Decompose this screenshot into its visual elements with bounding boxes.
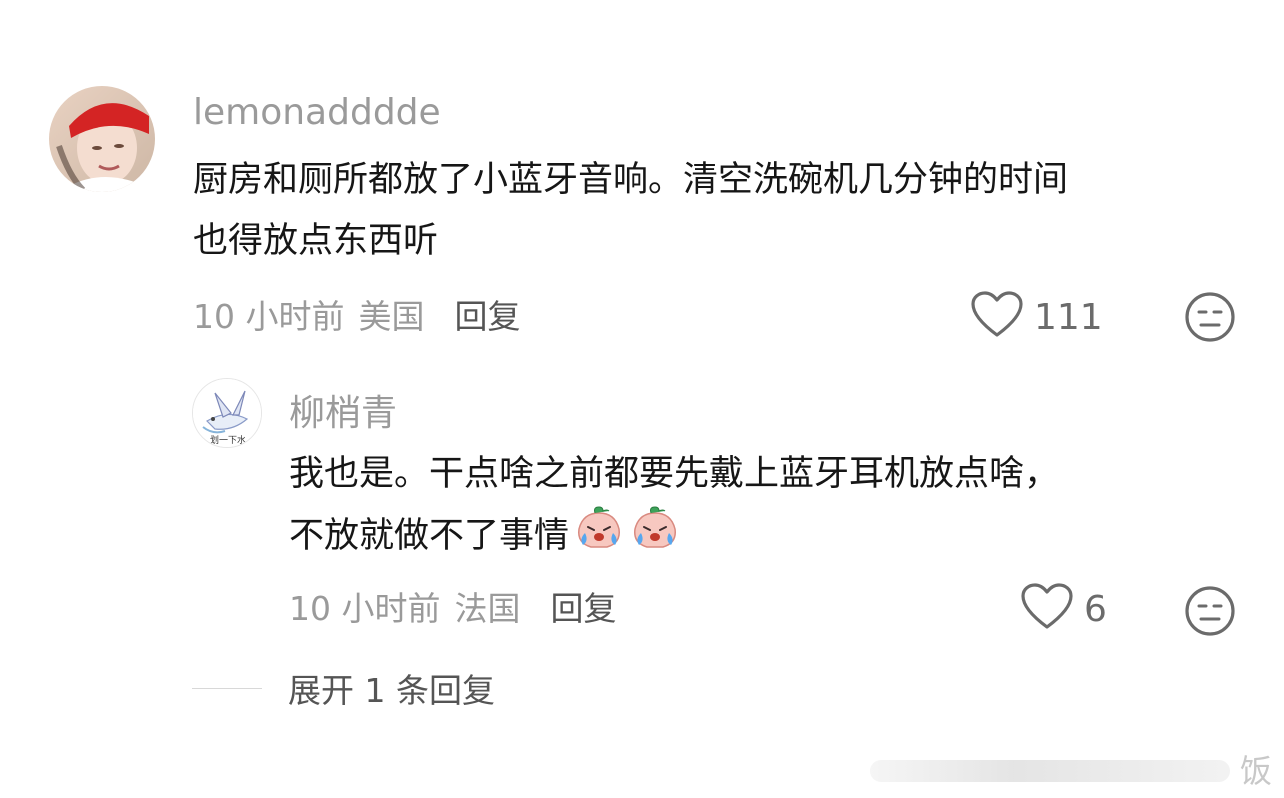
neutral-face-icon bbox=[1184, 292, 1236, 347]
timestamp: 10 小时前 bbox=[289, 589, 441, 628]
user-avatar-red-cap bbox=[49, 86, 155, 192]
dislike-button[interactable] bbox=[1184, 291, 1236, 347]
watermark: 饭 bbox=[870, 742, 1284, 798]
reply-item: 划一下水 柳梢青 我也是。干点啥之前都要先戴上蓝牙耳机放点啥， 不放就做不了事情 bbox=[0, 360, 1284, 660]
watermark-blur bbox=[870, 760, 1230, 782]
timestamp: 10 小时前 bbox=[193, 297, 345, 336]
location: 美国 bbox=[358, 297, 425, 336]
reply-button[interactable]: 回复 bbox=[454, 290, 520, 338]
crying-peach-emoji bbox=[573, 505, 625, 569]
neutral-face-icon bbox=[1184, 586, 1236, 641]
comment-text: 厨房和厕所都放了小蓝牙音响。清空洗碗机几分钟的时间 也得放点东西听 bbox=[193, 150, 1068, 272]
comment-text-segment: 不放就做不了事情 bbox=[289, 516, 570, 556]
like-button[interactable]: 111 bbox=[970, 291, 1103, 343]
heart-outline-icon bbox=[1020, 583, 1074, 635]
avatar[interactable]: 划一下水 bbox=[192, 378, 262, 448]
like-count: 6 bbox=[1084, 588, 1107, 630]
avatar-caption: 划一下水 bbox=[210, 434, 246, 446]
expand-replies-button[interactable]: 展开 1 条回复 bbox=[192, 666, 495, 710]
comment-text-line: 我也是。干点啥之前都要先戴上蓝牙耳机放点啥， bbox=[289, 454, 1060, 494]
bird-avatar-icon: 划一下水 bbox=[193, 379, 261, 447]
comment-text-line: 不放就做不了事情 bbox=[289, 505, 1059, 569]
heart-outline-icon bbox=[970, 291, 1024, 343]
comment-text-line: 也得放点东西听 bbox=[193, 221, 439, 261]
watermark-text: 饭 bbox=[1240, 752, 1273, 790]
comment-item: lemonadddde 厨房和厕所都放了小蓝牙音响。清空洗碗机几分钟的时间 也得… bbox=[0, 0, 1284, 360]
like-count: 111 bbox=[1034, 296, 1103, 338]
username[interactable]: 柳梢青 bbox=[289, 384, 397, 436]
expand-replies-label: 展开 1 条回复 bbox=[288, 671, 495, 710]
comment-meta: 10 小时前 美国 回复 bbox=[193, 292, 520, 336]
divider bbox=[192, 687, 262, 689]
dislike-button[interactable] bbox=[1184, 585, 1236, 641]
crying-peach-emoji bbox=[629, 505, 681, 569]
username[interactable]: lemonadddde bbox=[193, 92, 441, 133]
avatar[interactable] bbox=[49, 86, 155, 192]
comment-text: 我也是。干点啥之前都要先戴上蓝牙耳机放点啥， 不放就做不了事情 bbox=[289, 444, 1059, 569]
comment-meta: 10 小时前 法国 回复 bbox=[289, 584, 616, 628]
like-button[interactable]: 6 bbox=[1020, 583, 1107, 635]
comment-text-line: 厨房和厕所都放了小蓝牙音响。清空洗碗机几分钟的时间 bbox=[193, 160, 1069, 200]
reply-button[interactable]: 回复 bbox=[550, 582, 616, 630]
location: 法国 bbox=[454, 589, 521, 628]
